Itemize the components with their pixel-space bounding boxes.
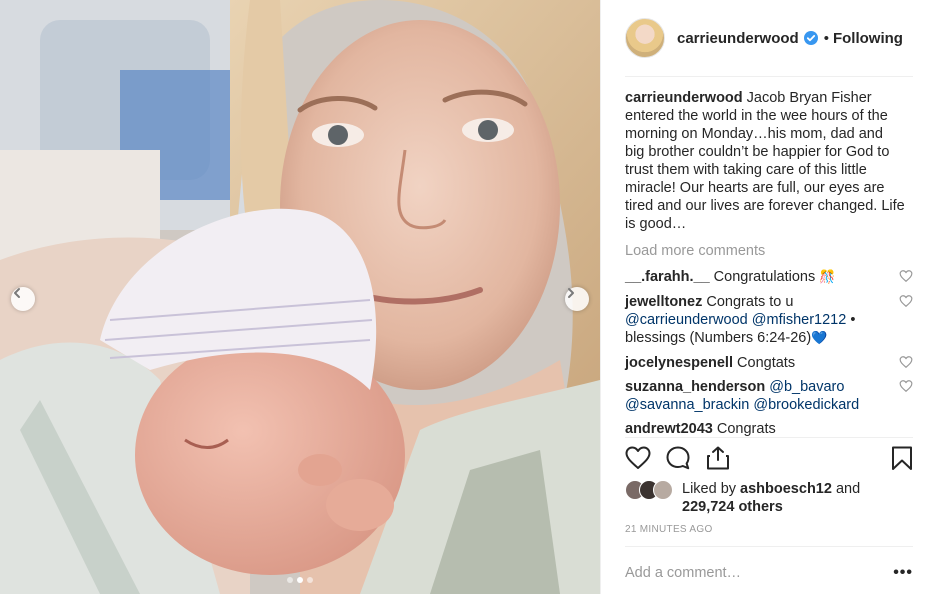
post-timestamp[interactable]: 21 minutes ago [625,524,713,535]
previous-photo-button[interactable] [11,287,35,311]
carousel-dot-active [297,577,303,583]
comment-emoji: 💙 [811,331,828,346]
caption-text: Jacob Bryan Fisher entered the world in … [625,90,905,232]
next-photo-button[interactable] [565,287,589,311]
load-more-comments-button[interactable]: Load more comments [625,242,913,260]
chevron-left-icon [14,288,20,298]
comment-mention[interactable]: @savanna_brackin [625,397,749,413]
comment-item: jocelynespenell Congtats [625,354,913,372]
post-details-panel: carrieunderwood • Following carrieunderw… [600,0,934,594]
caption-username[interactable]: carrieunderwood [625,90,743,106]
comment-text: Congtats [737,355,796,371]
comment-emoji: 🎊 [819,270,836,285]
heart-icon[interactable] [899,269,913,283]
heart-icon[interactable] [899,294,913,308]
author-username[interactable]: carrieunderwood [677,30,799,47]
comment-username[interactable]: jewelltonez [625,294,702,310]
add-comment-bar: ••• [625,562,913,584]
carousel-dot [307,577,313,583]
heart-icon[interactable] [899,379,913,393]
comment-username[interactable]: suzanna_henderson [625,379,765,395]
heart-icon[interactable] [899,355,913,369]
liker-avatars [625,480,681,502]
add-comment-input[interactable] [625,565,893,581]
likes-text: Liked by ashboesch12 and 229,724 others [682,480,912,516]
comment-text: Congrats [716,421,776,437]
comment-username[interactable]: jocelynespenell [625,355,733,371]
comment-item: andrewt2043 Congrats [625,420,913,438]
header-divider [625,76,913,77]
comment-mention[interactable]: @mfisher1212 [752,312,847,328]
comment-mention[interactable]: @brookedickard [753,397,859,413]
verified-badge-icon [803,31,818,45]
comment-mention[interactable]: @carrieunderwood [625,312,748,328]
post-caption: carrieunderwood Jacob Bryan Fisher enter… [625,89,905,233]
photo-illustration [0,0,600,594]
chevron-right-icon [568,288,574,298]
comment-username[interactable]: andrewt2043 [625,421,713,437]
carousel-dot [287,577,293,583]
post-header: carrieunderwood • Following [625,16,913,60]
comment-item: suzanna_henderson @b_bavaro @savanna_bra… [625,378,913,414]
post-actions [625,445,913,475]
likes-others-count[interactable]: 229,724 others [682,499,783,515]
carousel-indicator [287,577,313,583]
likes-and: and [835,481,861,497]
separator-dot: • [823,29,829,47]
post-photo[interactable] [0,0,600,594]
comment-item: jewelltonez Congrats to u @carrieunderwo… [625,293,913,348]
comment-text: Congratulations [713,269,816,285]
like-heart-icon[interactable] [625,445,651,471]
comment-username[interactable]: __.farahh.__ [625,269,710,285]
bookmark-icon[interactable] [889,445,915,471]
actions-divider [625,437,913,438]
likes-username[interactable]: ashboesch12 [740,481,832,497]
likes-summary: Liked by ashboesch12 and 229,724 others [625,480,913,518]
comments-section: carrieunderwood Jacob Bryan Fisher enter… [625,89,913,438]
avatar [653,480,673,500]
likes-prefix: Liked by [682,481,737,497]
comment-text: Congrats to u [706,294,794,310]
comment-mention[interactable]: @b_bavaro [769,379,844,395]
comment-item: __.farahh.__ Congratulations 🎊 [625,268,913,287]
following-button[interactable]: Following [833,30,903,47]
comment-box-divider [625,546,913,547]
avatar[interactable] [625,18,665,58]
more-options-button[interactable]: ••• [893,564,913,582]
comment-bubble-icon[interactable] [665,445,691,471]
share-icon[interactable] [705,445,731,471]
